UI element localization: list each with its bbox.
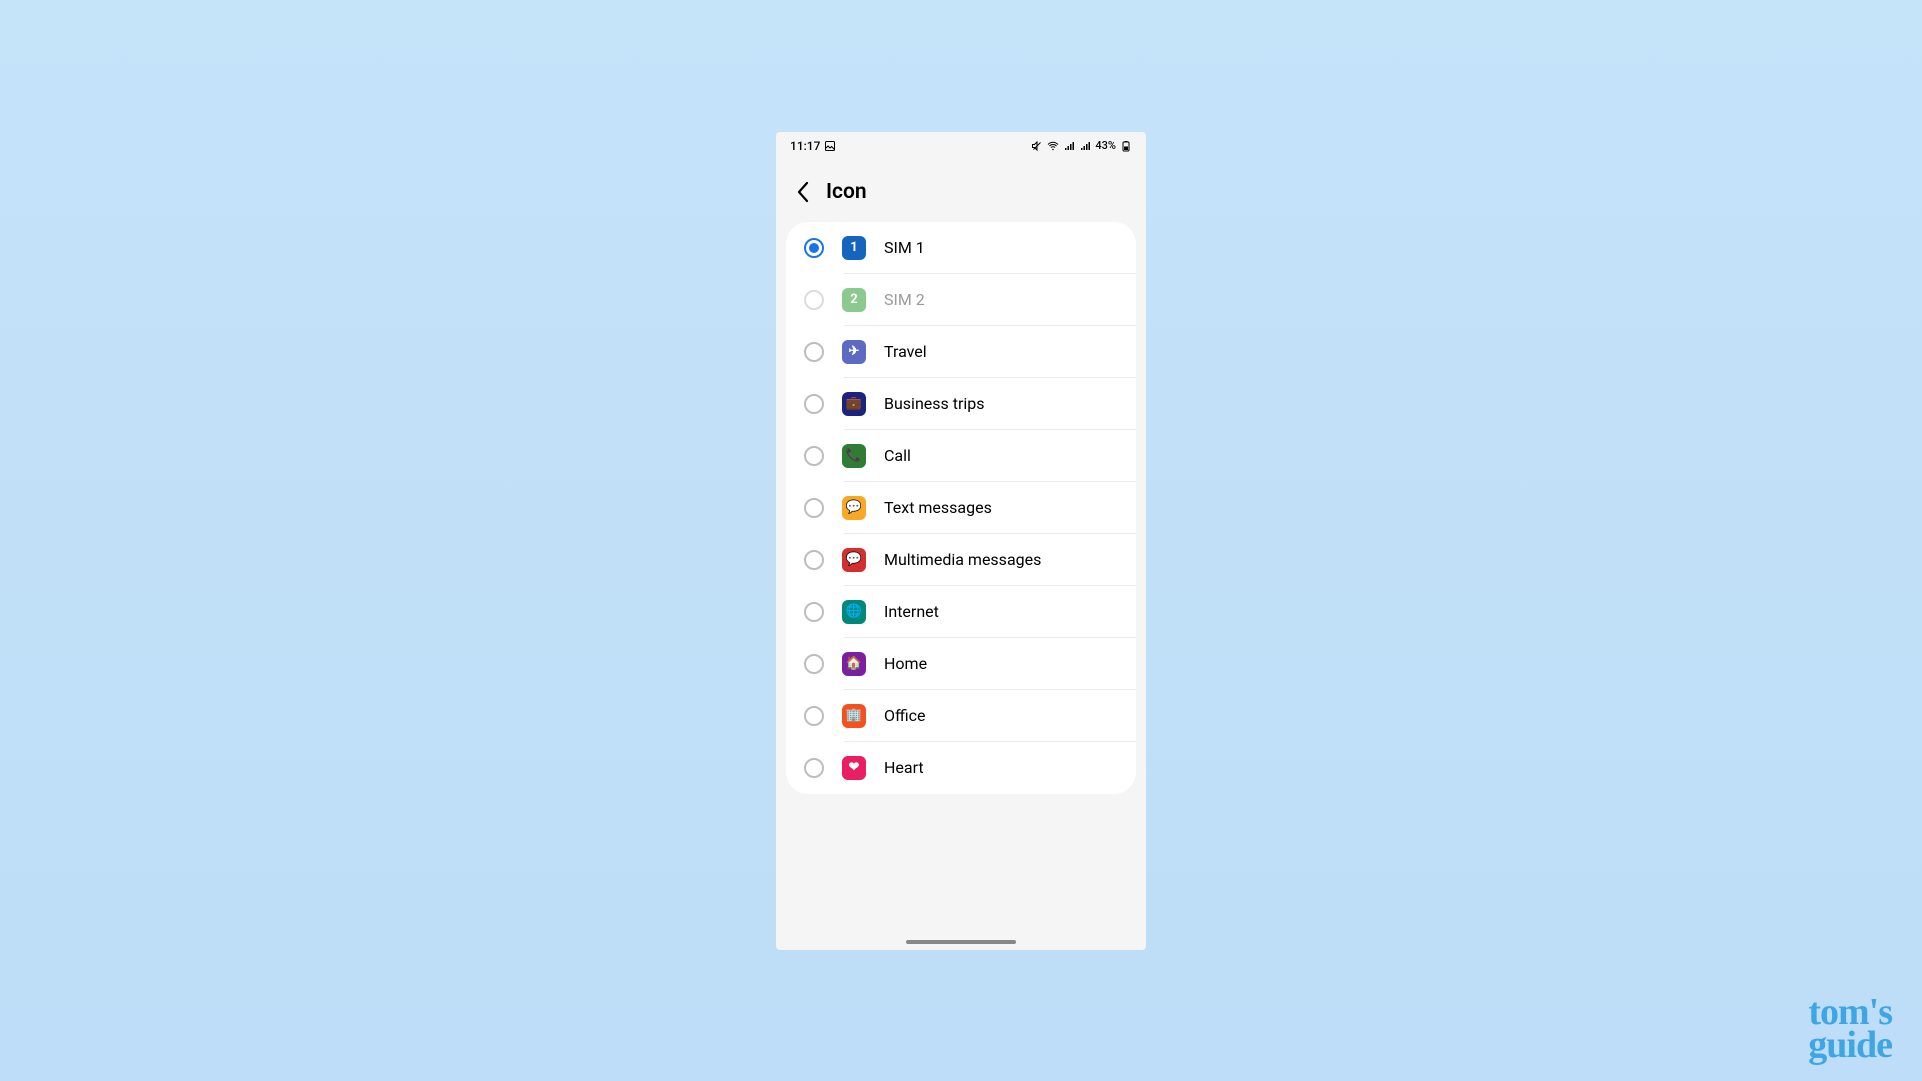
radio-3[interactable] <box>804 394 824 414</box>
radio-0[interactable] <box>804 238 824 258</box>
status-left: 11:17 <box>790 139 836 153</box>
radio-7[interactable] <box>804 602 824 622</box>
sim1-icon: 1 <box>842 236 866 260</box>
option-label-6: Multimedia messages <box>884 550 1041 569</box>
radio-8[interactable] <box>804 654 824 674</box>
option-row-6[interactable]: 💬 Multimedia messages <box>786 534 1136 586</box>
option-label-8: Home <box>884 654 927 673</box>
option-label-4: Call <box>884 446 911 465</box>
watermark: tom's guide <box>1808 996 1892 1061</box>
chevron-left-icon <box>796 181 810 203</box>
radio-4[interactable] <box>804 446 824 466</box>
header: Icon <box>776 160 1146 222</box>
option-label-10: Heart <box>884 758 924 777</box>
page-title: Icon <box>826 180 867 204</box>
option-row-2[interactable]: ✈ Travel <box>786 326 1136 378</box>
radio-9[interactable] <box>804 706 824 726</box>
briefcase-icon: 💼 <box>842 392 866 416</box>
mms-icon: 💬 <box>842 548 866 572</box>
radio-5[interactable] <box>804 498 824 518</box>
sim2-icon: 2 <box>842 288 866 312</box>
option-row-9[interactable]: 🏢 Office <box>786 690 1136 742</box>
radio-2[interactable] <box>804 342 824 362</box>
office-icon: 🏢 <box>842 704 866 728</box>
back-button[interactable] <box>794 183 812 201</box>
wifi-icon <box>1047 140 1059 152</box>
option-row-3[interactable]: 💼 Business trips <box>786 378 1136 430</box>
option-row-5[interactable]: 💬 Text messages <box>786 482 1136 534</box>
signal2-icon <box>1079 140 1091 152</box>
option-label-5: Text messages <box>884 498 992 517</box>
option-row-1: 2 SIM 2 <box>786 274 1136 326</box>
battery-icon <box>1120 140 1132 152</box>
mute-icon <box>1031 140 1043 152</box>
signal1-icon <box>1063 140 1075 152</box>
option-row-10[interactable]: ❤ Heart <box>786 742 1136 794</box>
radio-1 <box>804 290 824 310</box>
status-right: 43% <box>1031 139 1132 152</box>
phone-icon: 📞 <box>842 444 866 468</box>
option-row-4[interactable]: 📞 Call <box>786 430 1136 482</box>
nav-indicator[interactable] <box>906 940 1016 944</box>
options-list: 1 SIM 1 2 SIM 2 ✈ Travel 💼 Business trips 📞 Call 💬… <box>786 222 1136 794</box>
status-time: 11:17 <box>790 139 820 153</box>
option-label-1: SIM 2 <box>884 290 925 309</box>
image-icon <box>824 140 836 152</box>
option-row-7[interactable]: 🌐 Internet <box>786 586 1136 638</box>
plane-icon: ✈ <box>842 340 866 364</box>
option-label-3: Business trips <box>884 394 985 413</box>
phone-frame: 11:17 43% Icon 1 SIM 1 2 SIM 2 ✈ Travel 💼 Busin… <box>776 132 1146 950</box>
radio-10[interactable] <box>804 758 824 778</box>
option-label-7: Internet <box>884 602 939 621</box>
globe-icon: 🌐 <box>842 600 866 624</box>
option-row-8[interactable]: 🏠 Home <box>786 638 1136 690</box>
battery-percent: 43% <box>1095 139 1116 152</box>
statusbar: 11:17 43% <box>776 132 1146 160</box>
radio-6[interactable] <box>804 550 824 570</box>
message-icon: 💬 <box>842 496 866 520</box>
heart-icon: ❤ <box>842 756 866 780</box>
option-label-9: Office <box>884 706 926 725</box>
option-row-0[interactable]: 1 SIM 1 <box>786 222 1136 274</box>
watermark-line2: guide <box>1808 1029 1892 1061</box>
option-label-0: SIM 1 <box>884 238 925 257</box>
home-icon: 🏠 <box>842 652 866 676</box>
option-label-2: Travel <box>884 342 927 361</box>
